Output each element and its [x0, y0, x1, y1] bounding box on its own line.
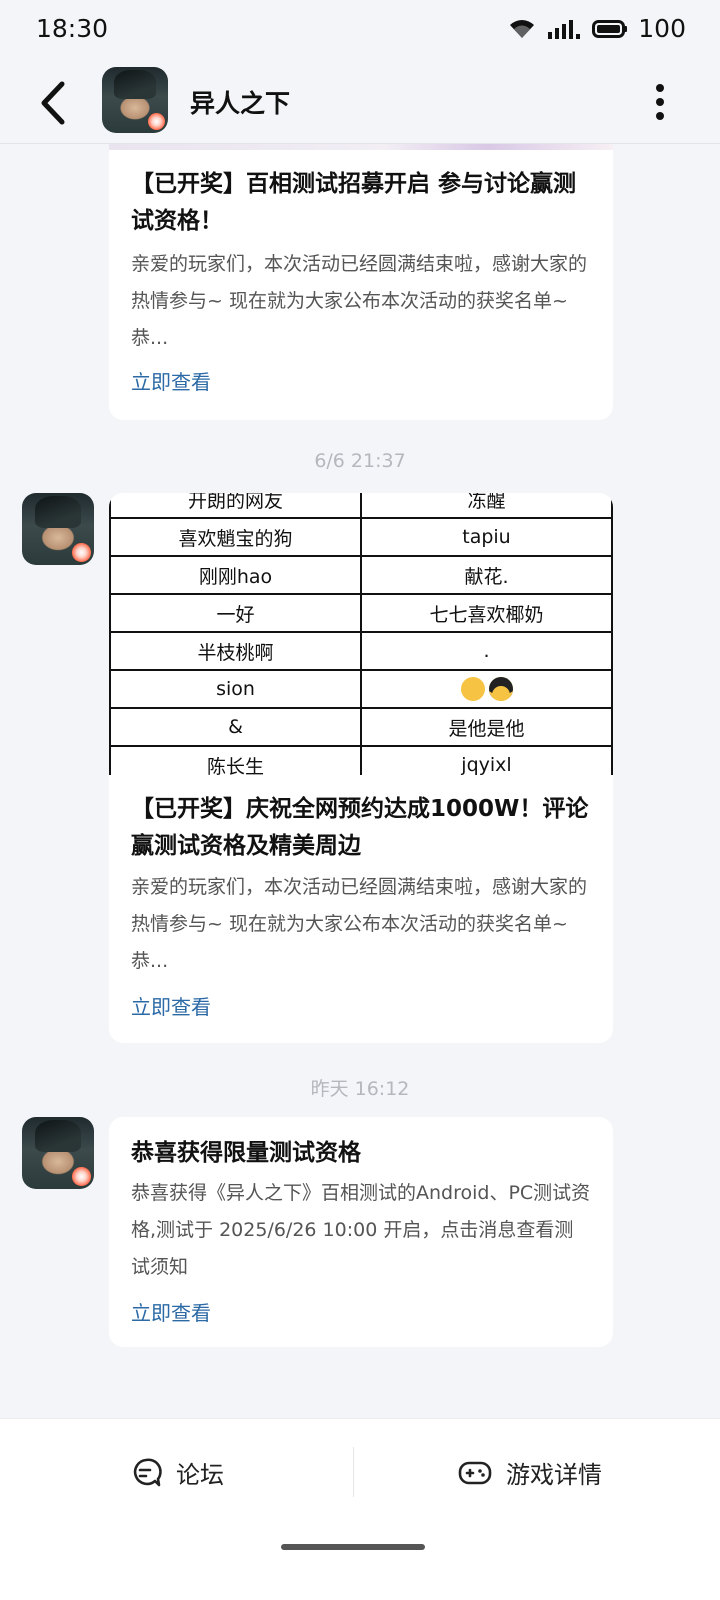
forum-chat-icon [133, 1457, 162, 1486]
table-cell: 献花. [360, 555, 613, 595]
table-row: 开朗的网友 冻醒 [109, 493, 613, 519]
divider [353, 1447, 354, 1497]
forum-label: 论坛 [176, 1461, 224, 1489]
sender-avatar[interactable] [22, 493, 94, 565]
table-cell: jqyixl [360, 745, 613, 775]
card-description: 恭喜获得《异人之下》百相测试的Android、PC测试资格,测试于 2025/6… [131, 1182, 591, 1278]
sunglasses-face-icon [488, 677, 513, 701]
table-cell: 喜欢魈宝的狗 [109, 517, 362, 557]
winner-list-image: 开朗的网友 冻醒 喜欢魈宝的狗 tapiu 刚刚hao 献花. 一好 七七喜欢椰奶 半枝桃啊. s… [109, 493, 613, 775]
status-bar: 18:30 100 [0, 0, 720, 62]
table-cell [360, 669, 613, 709]
table-cell: 开朗的网友 [109, 493, 362, 519]
table-cell: . [360, 631, 613, 671]
view-now-link[interactable]: 立即查看 [131, 991, 211, 1020]
page-title: 异人之下 [190, 89, 291, 118]
battery-level: 100 [638, 14, 686, 43]
table-row: 刚刚hao 献花. [109, 555, 613, 595]
battery-icon [592, 19, 628, 38]
message-card[interactable]: 【已开奖】百相测试招募开启 参与讨论赢测试资格！ 亲爱的玩家们，本次活动已经圆满… [109, 130, 613, 420]
table-cell: sion [109, 669, 362, 709]
gamepad-icon [458, 1461, 492, 1484]
table-row: 半枝桃啊. [109, 631, 613, 671]
message-timestamp: 6/6 21:37 [314, 450, 406, 472]
card-title: 恭喜获得限量测试资格 [131, 1140, 361, 1166]
card-title: 【已开奖】庆祝全网预约达成1000W！评论赢测试资格及精美周边 [131, 796, 589, 859]
game-avatar[interactable] [102, 67, 168, 133]
table-cell: 冻醒 [360, 493, 613, 519]
bottom-action-bar: 论坛 游戏详情 [0, 1418, 720, 1600]
card-title: 【已开奖】百相测试招募开启 参与讨论赢测试资格！ [131, 171, 577, 234]
table-row: 陈长生 jqyixl [109, 745, 613, 775]
game-detail-button[interactable]: 游戏详情 [458, 1455, 602, 1490]
status-time: 18:30 [36, 14, 109, 43]
signal-icon [548, 19, 581, 39]
sender-avatar[interactable] [22, 1117, 94, 1189]
status-icons: 100 [508, 14, 686, 43]
table-row: 一好 七七喜欢椰奶 [109, 593, 613, 633]
table-row: 喜欢魈宝的狗 tapiu [109, 517, 613, 557]
table-cell: tapiu [360, 517, 613, 557]
table-cell: 半枝桃啊 [109, 631, 362, 671]
card-description: 亲爱的玩家们，本次活动已经圆满结束啦，感谢大家的热情参与~ 现在就为大家公布本次… [131, 876, 588, 972]
game-detail-label: 游戏详情 [506, 1461, 602, 1489]
message-card[interactable]: 恭喜获得限量测试资格 恭喜获得《异人之下》百相测试的Android、PC测试资格… [109, 1117, 613, 1347]
home-indicator [281, 1544, 425, 1550]
table-cell: 是他是他 [360, 707, 613, 747]
chat-header: 异人之下 [0, 62, 720, 144]
table-cell: & [109, 707, 362, 747]
view-now-link[interactable]: 立即查看 [131, 1297, 211, 1326]
card-description: 亲爱的玩家们，本次活动已经圆满结束啦，感谢大家的热情参与~ 现在就为大家公布本次… [131, 253, 588, 349]
message-card[interactable]: 开朗的网友 冻醒 喜欢魈宝的狗 tapiu 刚刚hao 献花. 一好 七七喜欢椰奶 半枝桃啊. s… [109, 493, 613, 1043]
wifi-icon [510, 19, 535, 38]
more-options-icon[interactable] [650, 82, 670, 122]
table-cell: 一好 [109, 593, 362, 633]
view-now-link[interactable]: 立即查看 [131, 366, 211, 395]
table-row: sion [109, 669, 613, 709]
back-arrow-icon[interactable] [34, 78, 74, 128]
table-cell: 七七喜欢椰奶 [360, 593, 613, 633]
forum-button[interactable]: 论坛 [130, 1455, 224, 1490]
table-cell: 刚刚hao [109, 555, 362, 595]
confused-face-icon [460, 677, 485, 701]
table-cell: 陈长生 [109, 745, 362, 775]
table-row: & 是他是他 [109, 707, 613, 747]
message-timestamp: 昨天 16:12 [310, 1078, 410, 1100]
